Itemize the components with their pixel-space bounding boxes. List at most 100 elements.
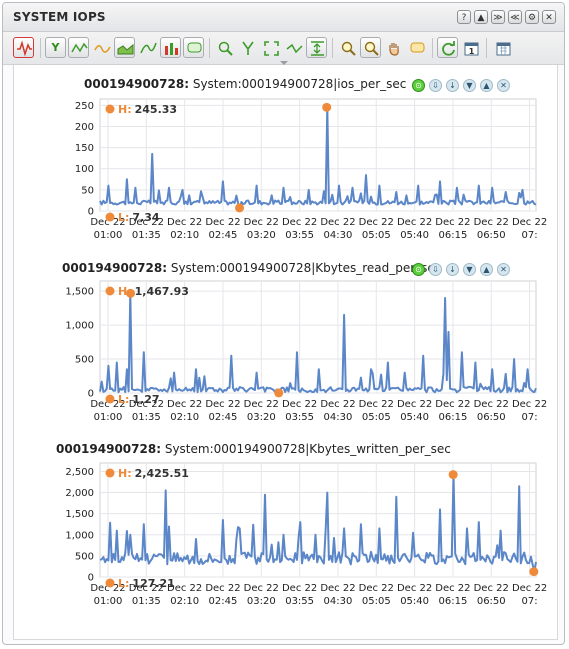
system-iops-window: SYSTEM IOPS ? ▲ ≫ ≪ ⚙ ✕ Y 1 000194900728… (2, 2, 565, 645)
close-button[interactable]: ✕ (542, 10, 556, 24)
x-tick-label: Dec 22 (205, 217, 240, 228)
note-icon[interactable] (406, 37, 427, 58)
refresh-icon[interactable] (437, 37, 458, 58)
x-tick-label: Dec 22 (167, 399, 202, 410)
high-point-marker (448, 470, 458, 480)
pan-icon[interactable] (383, 37, 404, 58)
high-value: 2,425.51 (135, 467, 189, 480)
scroll-down-button[interactable]: ≫ (491, 10, 505, 24)
chevron-up-icon[interactable]: ▲ (480, 79, 493, 92)
calendar-grid-icon[interactable] (492, 37, 513, 58)
zoom-in-icon[interactable] (337, 37, 358, 58)
x-tick-label: Dec 22 (282, 583, 317, 594)
bar-icon[interactable] (160, 37, 181, 58)
close-icon[interactable]: ✕ (497, 263, 510, 276)
x-tick-label: Dec 22 (244, 399, 279, 410)
x-tick-label: Dec 22 (244, 583, 279, 594)
export-icon[interactable]: ⇩ (429, 263, 442, 276)
scroll-up-button[interactable]: ≪ (508, 10, 522, 24)
status-icon[interactable]: ⊙ (412, 263, 425, 276)
curve-icon[interactable] (91, 37, 112, 58)
calendar-icon[interactable]: 1 (460, 37, 481, 58)
y-tick-label: 50 (81, 185, 94, 196)
chart-actions: ⊙ ⇩ ↓ ▼ ▲ ✕ (412, 263, 510, 276)
low-value-label: L: 7.34 (118, 211, 160, 224)
chart-actions: ⊙ ⇩ ↓ ▼ ▲ ✕ (412, 79, 510, 92)
charts-container: 000194900728: System:000194900728|ios_pe… (13, 65, 558, 640)
y-tick-label: 100 (75, 164, 94, 175)
x-tick-label: 06:15 (439, 230, 468, 241)
x-tick-label: 05:05 (362, 230, 391, 241)
chevron-down-icon[interactable]: ▼ (463, 79, 476, 92)
help-button[interactable]: ? (457, 10, 471, 24)
zoom-select-icon[interactable] (360, 37, 381, 58)
x-tick-label: 04:30 (324, 230, 353, 241)
x-tick-label: 03:55 (285, 596, 314, 607)
collapse-button[interactable]: ▲ (474, 10, 488, 24)
x-tick-label: 01:00 (94, 230, 123, 241)
y-tick-label: 1,500 (65, 287, 94, 298)
scale-icon[interactable] (306, 37, 327, 58)
ios-per-sec-chart[interactable]: Dec 22 01:00 Dec 22 01:35 Dec 22 02:10 Dec 22 0… (14, 95, 557, 265)
y-tick-label: 500 (75, 355, 94, 366)
x-tick-label: 05:40 (400, 412, 429, 423)
y-tick-label: 500 (75, 551, 94, 562)
chevron-up-icon[interactable]: ▲ (480, 263, 493, 276)
low-point-marker (529, 567, 539, 577)
spline-icon[interactable] (137, 37, 158, 58)
x-tick-label: Dec 22 (320, 399, 355, 410)
x-tick-label: Dec 22 (359, 217, 394, 228)
close-icon[interactable]: ✕ (497, 79, 510, 92)
export-icon[interactable]: ⇩ (429, 79, 442, 92)
x-tick-label: Dec 22 (244, 217, 279, 228)
download-icon[interactable]: ↓ (446, 79, 459, 92)
svg-text:1: 1 (469, 47, 475, 56)
comment-icon[interactable] (183, 37, 204, 58)
fit-icon[interactable] (260, 37, 281, 58)
x-tick-label: Dec 22 (320, 217, 355, 228)
x-tick-label: Dec 22 (282, 399, 317, 410)
x-tick-label: 01:35 (132, 596, 161, 607)
low-point-marker (274, 388, 284, 398)
high-legend-dot (105, 286, 115, 296)
status-icon[interactable]: ⊙ (412, 79, 425, 92)
x-tick-label: 07: (522, 596, 538, 607)
area-icon[interactable] (114, 37, 135, 58)
high-label: H: (118, 285, 132, 298)
x-tick-label: Dec 22 (474, 217, 509, 228)
waveform-icon[interactable] (13, 37, 34, 58)
x-tick-label: 05:40 (400, 596, 429, 607)
x-tick-label: 05:05 (362, 412, 391, 423)
window-titlebar[interactable]: SYSTEM IOPS ? ▲ ≫ ≪ ⚙ ✕ (3, 3, 564, 32)
high-value-label: H: 1,467.93 (118, 285, 189, 298)
x-tick-label: 03:20 (247, 412, 276, 423)
chevron-down-icon[interactable]: ▼ (463, 263, 476, 276)
x-tick-label: 02:45 (209, 412, 238, 423)
line-style-icon[interactable] (68, 37, 89, 58)
chart-title: 000194900728: System:000194900728|Kbytes… (62, 261, 442, 275)
x-tick-label: Dec 22 (397, 583, 432, 594)
chart-panel-read: 000194900728: System:000194900728|Kbytes… (14, 258, 557, 438)
x-tick-label: 06:50 (477, 596, 506, 607)
y-axis-icon[interactable]: Y (45, 37, 66, 58)
x-tick-label: Dec 22 (435, 399, 470, 410)
x-tick-label: Dec 22 (359, 399, 394, 410)
low-legend-dot (105, 394, 115, 404)
x-tick-label: 01:00 (94, 412, 123, 423)
y-tick-label: 0 (88, 573, 94, 584)
download-icon[interactable]: ↓ (446, 263, 459, 276)
settings-button[interactable]: ⚙ (525, 10, 539, 24)
x-tick-label: 01:35 (132, 230, 161, 241)
x-tick-label: 07: (522, 230, 538, 241)
x-tick-label: 06:15 (439, 412, 468, 423)
low-legend-dot (105, 578, 115, 588)
window-title: SYSTEM IOPS (13, 10, 106, 24)
zoom-y-icon[interactable] (237, 37, 258, 58)
smooth-icon[interactable] (283, 37, 304, 58)
zoom-x-icon[interactable] (214, 37, 235, 58)
kbytes-read-chart[interactable]: Dec 22 01:00 Dec 22 01:35 Dec 22 02:10 Dec 22 0… (14, 278, 557, 443)
x-tick-label: Dec 22 (282, 217, 317, 228)
kbytes-written-chart[interactable]: Dec 22 01:00 Dec 22 01:35 Dec 22 02:10 Dec 22 0… (14, 459, 557, 637)
y-tick-label: 2,500 (65, 467, 94, 478)
high-point-marker (322, 102, 332, 112)
